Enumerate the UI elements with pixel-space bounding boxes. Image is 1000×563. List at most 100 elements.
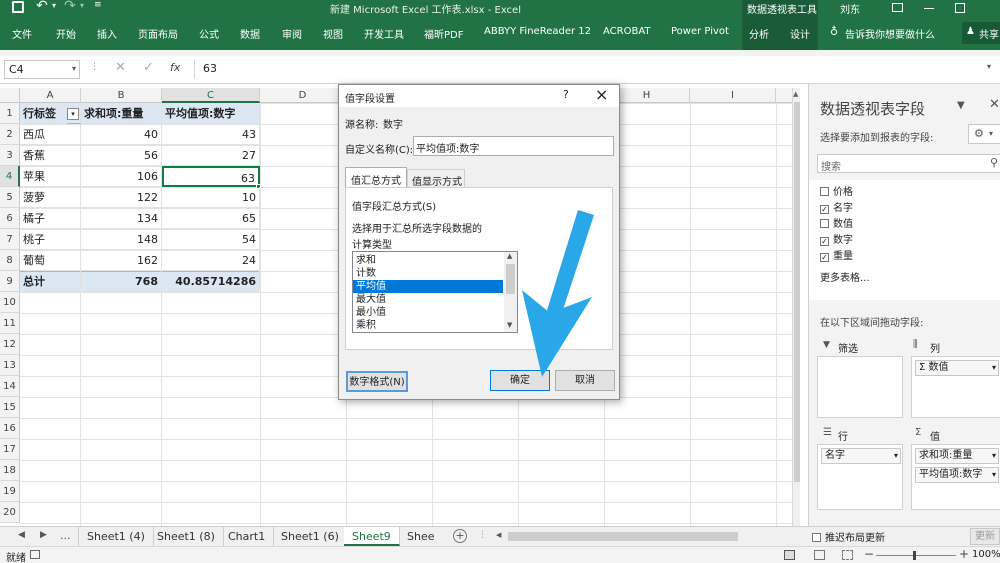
tab-home[interactable]: 开始: [56, 26, 76, 41]
tab-insert[interactable]: 插入: [97, 26, 117, 41]
table-cell[interactable]: 香蕉: [20, 145, 81, 166]
field-checkbox-checked[interactable]: ✓: [820, 205, 829, 214]
tab-power-pivot[interactable]: Power Pivot: [671, 26, 729, 37]
share-button[interactable]: ♟ 共享: [962, 22, 1000, 44]
pivot-row-labels-header[interactable]: 行标签: [20, 103, 67, 124]
row-header[interactable]: 9: [0, 271, 20, 292]
row-header[interactable]: 20: [0, 502, 20, 523]
sheet-tab[interactable]: Chart1: [220, 527, 275, 546]
field-item[interactable]: ✓ 数字: [820, 234, 853, 248]
values-drop-zone[interactable]: 求和项:重量 ▾ 平均值项:数字 ▾: [911, 444, 1000, 510]
pill-dropdown-icon[interactable]: ▾: [992, 449, 996, 463]
table-cell[interactable]: 桃子: [20, 229, 81, 250]
confirm-edit-icon[interactable]: ✓: [143, 60, 154, 75]
user-name[interactable]: 刘东: [840, 1, 860, 16]
row-header[interactable]: 17: [0, 439, 20, 460]
row-header[interactable]: 15: [0, 397, 20, 418]
undo-dropdown-icon[interactable]: ▾: [52, 1, 56, 10]
tab-summarize-by[interactable]: 值汇总方式: [345, 167, 407, 188]
dialog-close-icon[interactable]: ×: [595, 85, 608, 104]
sheet-tab[interactable]: Sheet1 (8): [149, 527, 224, 546]
dialog-help-button[interactable]: ?: [563, 88, 569, 101]
name-box[interactable]: C4 ▾: [4, 60, 80, 79]
field-checkbox[interactable]: [820, 187, 829, 196]
select-all-corner[interactable]: [0, 88, 20, 103]
tab-view[interactable]: 视图: [323, 26, 343, 41]
table-cell[interactable]: 菠萝: [20, 187, 81, 208]
sheet-tab-active[interactable]: Sheet9: [344, 527, 400, 546]
horizontal-scrollbar[interactable]: ◀: [494, 530, 794, 543]
row-header[interactable]: 18: [0, 460, 20, 481]
number-format-button[interactable]: 数字格式(N): [346, 371, 408, 392]
list-item[interactable]: 最小值: [353, 306, 503, 319]
calc-type-listbox[interactable]: 求和 计数 平均值 最大值 最小值 乘积 ▲ ▼: [352, 251, 518, 333]
search-icon[interactable]: ⚲: [990, 156, 998, 169]
zoom-slider-thumb[interactable]: [913, 551, 916, 560]
pivot-total-label[interactable]: 总计: [20, 271, 81, 292]
list-item[interactable]: 求和: [353, 254, 503, 267]
row-header[interactable]: 7: [0, 229, 20, 250]
tab-design[interactable]: 设计: [790, 26, 810, 41]
sheet-tab[interactable]: Sheet1 (6): [273, 527, 348, 546]
sheet-tab[interactable]: Shee: [399, 527, 443, 546]
page-layout-view-icon[interactable]: [814, 550, 825, 560]
pivot-avg-number-header[interactable]: 平均值项:数字: [162, 103, 260, 124]
tell-me-box[interactable]: 告诉我你想要做什么: [845, 26, 935, 41]
list-item[interactable]: 乘积: [353, 319, 503, 332]
table-cell[interactable]: 148: [81, 229, 162, 250]
field-checkbox[interactable]: [820, 219, 829, 228]
row-header[interactable]: 5: [0, 187, 20, 208]
list-item[interactable]: 计数: [353, 267, 503, 280]
col-header-b[interactable]: B: [81, 88, 162, 103]
redo-icon[interactable]: ↷: [64, 0, 76, 14]
table-cell[interactable]: 122: [81, 187, 162, 208]
tab-abbyy[interactable]: ABBYY FineReader 12: [484, 26, 591, 37]
formula-bar-grip-icon[interactable]: ⋮: [90, 62, 99, 72]
table-cell[interactable]: 56: [81, 145, 162, 166]
row-labels-filter-icon[interactable]: ▾: [67, 108, 79, 120]
tab-show-values-as[interactable]: 值显示方式: [407, 169, 465, 188]
table-cell[interactable]: 10: [162, 187, 260, 208]
values-item-avg-number[interactable]: 平均值项:数字 ▾: [915, 467, 999, 483]
undo-icon[interactable]: ↶: [36, 0, 48, 14]
scroll-up-icon[interactable]: ▲: [793, 90, 798, 98]
zoom-out-icon[interactable]: −: [864, 547, 874, 561]
field-item[interactable]: 数值: [820, 218, 853, 232]
columns-drop-zone[interactable]: Σ 数值 ▾: [911, 356, 1000, 418]
macro-record-icon[interactable]: [30, 550, 40, 559]
row-header[interactable]: 19: [0, 481, 20, 502]
row-header[interactable]: 13: [0, 355, 20, 376]
more-tables-link[interactable]: 更多表格...: [820, 272, 870, 286]
field-item[interactable]: ✓ 名字: [820, 202, 853, 216]
row-header[interactable]: 2: [0, 124, 20, 145]
sheet-tab[interactable]: Sheet1 (4): [78, 527, 154, 546]
table-cell[interactable]: 43: [162, 124, 260, 145]
prev-sheet-icon[interactable]: ◀: [18, 530, 25, 540]
expand-formula-icon[interactable]: ▾: [987, 62, 991, 71]
tab-page-layout[interactable]: 页面布局: [138, 26, 178, 41]
table-cell[interactable]: 葡萄: [20, 250, 81, 271]
maximize-icon[interactable]: [955, 3, 965, 13]
list-scroll-thumb[interactable]: [506, 264, 515, 294]
columns-item-values[interactable]: Σ 数值 ▾: [915, 360, 999, 376]
page-break-view-icon[interactable]: [842, 550, 853, 560]
custom-name-input[interactable]: 平均值项:数字: [413, 136, 614, 156]
field-item[interactable]: 价格: [820, 186, 853, 200]
pivot-sum-weight-header[interactable]: 求和项:重量: [81, 103, 162, 124]
zoom-slider[interactable]: [876, 551, 956, 560]
values-item-sum-weight[interactable]: 求和项:重量 ▾: [915, 448, 999, 464]
normal-view-icon[interactable]: [784, 550, 795, 560]
table-cell[interactable]: 24: [162, 250, 260, 271]
row-header[interactable]: 3: [0, 145, 20, 166]
tab-foxit-pdf[interactable]: 福昕PDF: [424, 26, 463, 41]
table-cell[interactable]: 27: [162, 145, 260, 166]
qat-customize-icon[interactable]: ≡: [94, 0, 102, 10]
field-checkbox-checked[interactable]: ✓: [820, 237, 829, 246]
row-header[interactable]: 8: [0, 250, 20, 271]
table-cell[interactable]: 134: [81, 208, 162, 229]
formula-input[interactable]: 63: [194, 60, 990, 79]
field-layout-button[interactable]: ⚙ ▾: [968, 124, 1000, 144]
table-cell[interactable]: 苹果: [20, 166, 81, 187]
table-cell[interactable]: 橘子: [20, 208, 81, 229]
list-scroll-up-icon[interactable]: ▲: [507, 252, 512, 260]
